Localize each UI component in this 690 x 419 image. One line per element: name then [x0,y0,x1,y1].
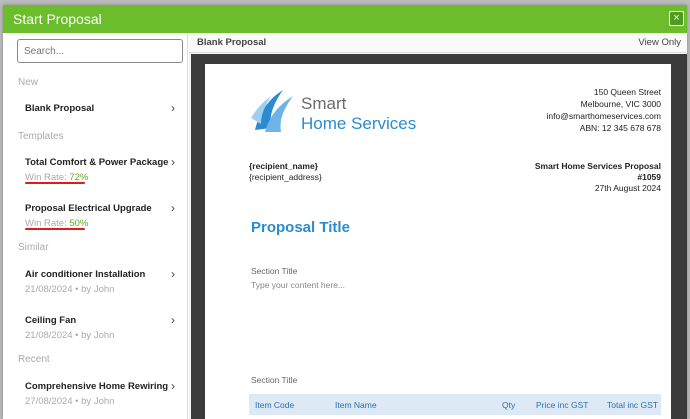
company-logo: Smart Home Services [249,88,439,138]
list-item-blank-proposal[interactable]: Blank Proposal › [25,101,175,115]
close-button[interactable]: × [669,11,684,26]
section-title: Section Title [251,266,298,276]
item-meta: 21/08/2024 • by John [25,330,115,341]
column-header: Price inc GST [536,400,589,410]
view-mode-label: View Only [638,37,681,48]
section-label-templates: Templates [18,131,64,142]
column-header: Total inc GST [607,400,659,410]
item-title: Ceiling Fan [25,315,77,326]
section-title: Section Title [251,375,298,385]
list-item-recent[interactable]: Comprehensive Home Rewiring 27/08/2024 •… [25,379,175,407]
proposal-title: Proposal Title [251,219,350,236]
modal-titlebar: Start Proposal × [3,5,687,33]
preview-title: Blank Proposal [197,37,267,48]
section-label-new: New [18,77,39,88]
red-underline-annotation [25,182,85,184]
item-meta: 27/08/2024 • by John [25,396,115,407]
template-sidebar: New Blank Proposal › Templates Total Com… [3,33,188,419]
column-header: Item Name [335,400,377,410]
list-item-template[interactable]: Total Comfort & Power Package Win Rate: … [25,155,175,183]
list-item-similar[interactable]: Air conditioner Installation 21/08/2024 … [25,267,175,295]
chevron-right-icon: › [171,201,175,215]
start-proposal-modal: Start Proposal × New Blank Proposal › Te… [3,5,687,419]
proposal-date: 27th August 2024 [594,183,661,193]
document-stage: Smart Home Services 150 Queen Street Mel… [191,54,687,419]
proposal-document: Smart Home Services 150 Queen Street Mel… [205,64,671,419]
item-title: Total Comfort & Power Package [25,157,169,168]
company-address: 150 Queen Street Melbourne, VIC 3000 inf… [546,87,661,133]
search-input[interactable] [17,39,183,63]
item-title: Air conditioner Installation [25,269,146,280]
item-title: Proposal Electrical Upgrade [25,203,152,214]
item-title: Comprehensive Home Rewiring [25,381,169,392]
item-title: Blank Proposal [25,103,95,114]
section-label-similar: Similar [18,242,49,253]
section-content-placeholder: Type your content here... [251,280,346,290]
red-underline-annotation [25,228,85,230]
proposal-info: Smart Home Services Proposal #1059 27th … [535,161,661,194]
preview-pane: Blank Proposal View Only Smart Home Serv… [189,33,687,419]
list-item-template[interactable]: Proposal Electrical Upgrade Win Rate: 50… [25,201,175,229]
recipient-block: {recipient_name} {recipient_address} [249,161,322,183]
proposal-heading: Smart Home Services Proposal [534,161,661,171]
logo-wing-icon [251,90,293,132]
section-label-recent: Recent [18,354,50,365]
chevron-right-icon: › [171,155,175,169]
column-header: Qty [502,400,516,410]
items-table-header: Item Code Item Name Qty Price inc GST To… [249,394,661,415]
chevron-right-icon: › [171,267,175,281]
list-item-similar[interactable]: Ceiling Fan 21/08/2024 • by John › [25,313,175,341]
column-header: Item Code [255,400,295,410]
proposal-number: #1059 [637,172,661,182]
logo-text-smart: Smart [301,94,347,113]
chevron-right-icon: › [171,313,175,327]
item-meta: 21/08/2024 • by John [25,284,115,295]
modal-title: Start Proposal [13,11,102,27]
preview-header: Blank Proposal View Only [189,33,687,53]
chevron-right-icon: › [171,101,175,115]
recipient-address: {recipient_address} [249,172,322,182]
chevron-right-icon: › [171,379,175,393]
recipient-name: {recipient_name} [249,161,318,171]
logo-text-home-services: Home Services [301,114,417,133]
